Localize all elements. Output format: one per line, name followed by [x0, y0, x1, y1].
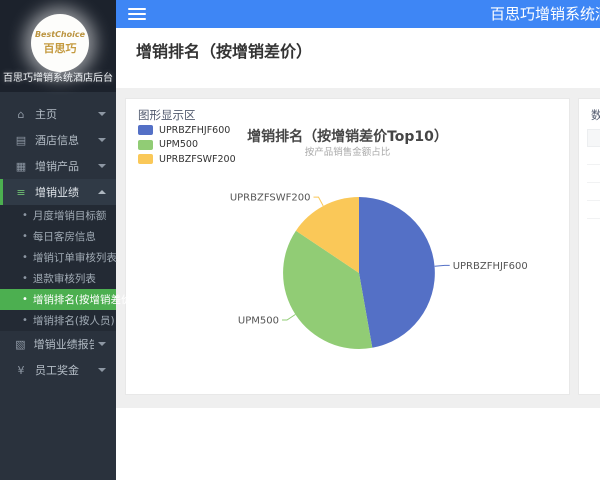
performance-icon: [13, 186, 29, 199]
bullet-icon: •: [22, 210, 28, 221]
submenu-item-label: 增销排名(按增销差价): [32, 294, 136, 306]
product-icon: [13, 160, 29, 173]
submenu-item-ranking-by-price-diff[interactable]: • 增销排名(按增销差价): [0, 289, 136, 310]
logo-block: BestChoice 百思巧 百思巧增销系统酒店后台: [0, 0, 116, 92]
bullet-icon: •: [22, 252, 28, 263]
pie-label-line: [434, 264, 450, 267]
data-panel: 数据显示区: [578, 98, 600, 395]
pie-label: UPRBZFHJF600: [453, 261, 528, 272]
sidebar-item-label: 员工奖金: [35, 364, 79, 377]
data-table-header: [587, 129, 600, 147]
sidebar: BestChoice 百思巧 百思巧增销系统酒店后台 主页 酒店信息 增销产品: [0, 0, 136, 480]
app-window: BestChoice 百思巧 百思巧增销系统酒店后台 主页 酒店信息 增销产品: [0, 0, 600, 480]
data-table-row: [587, 165, 600, 183]
submenu-item-monthly-target[interactable]: • 月度增销目标额: [0, 205, 116, 226]
pie-label-line: [313, 196, 324, 207]
sidebar-item-label: 主页: [35, 108, 57, 121]
sidebar-item-label: 酒店信息: [35, 134, 79, 147]
logo-text-cn: 百思巧: [43, 42, 77, 55]
data-table-row: [587, 147, 600, 165]
data-table-row: [587, 201, 600, 219]
submenu-item-daily-room-info[interactable]: • 每日客房信息: [0, 226, 116, 247]
bonus-icon: [13, 364, 29, 377]
sidebar-item-label: 增销产品: [35, 160, 79, 173]
submenu-item-ranking-by-staff[interactable]: • 增销排名(按人员): [0, 310, 116, 331]
submenu-item-label: 增销排名(按人员): [32, 315, 115, 327]
chevron-down-icon: [98, 138, 106, 142]
hotel-icon: [13, 134, 29, 147]
app-title: 百思巧增销系统酒店后台: [490, 5, 600, 23]
sidebar-item-home[interactable]: 主页: [0, 101, 116, 127]
sidebar-item-label: 增销业绩: [35, 186, 79, 199]
pie-label: UPM500: [238, 316, 279, 327]
pie-label-line: [282, 314, 296, 321]
sidebar-item-upsell-performance[interactable]: 增销业绩: [0, 179, 116, 205]
sidebar-menu: 主页 酒店信息 增销产品 增销业绩 • 月度增销目标额: [0, 92, 136, 383]
bullet-icon: •: [22, 315, 28, 326]
sidebar-item-performance-report[interactable]: 增销业绩报告: [0, 331, 116, 357]
submenu-item-order-review-list[interactable]: • 增销订单审核列表: [0, 247, 117, 268]
page-title: 增销排名（按增销差价）: [136, 42, 313, 61]
pie-slice-UPRBZFHJF600[interactable]: [359, 197, 435, 348]
chevron-down-icon: [98, 112, 106, 116]
submenu-item-label: 增销订单审核列表: [32, 252, 117, 264]
hamburger-icon[interactable]: [128, 8, 146, 20]
sidebar-brand-title: 百思巧增销系统酒店后台: [3, 73, 113, 84]
sidebar-submenu: • 月度增销目标额 • 每日客房信息 • 增销订单审核列表 • 退款审核列表 •: [0, 205, 136, 331]
report-icon: [13, 338, 28, 351]
chevron-down-icon: [98, 368, 106, 372]
sidebar-item-staff-bonus[interactable]: 员工奖金: [0, 357, 116, 383]
submenu-item-refund-review-list[interactable]: • 退款审核列表: [0, 268, 116, 289]
chevron-down-icon: [98, 164, 106, 168]
chevron-up-icon: [98, 190, 106, 194]
sidebar-item-hotel-info[interactable]: 酒店信息: [0, 127, 116, 153]
sidebar-item-label: 增销业绩报告: [33, 338, 94, 351]
home-icon: [13, 108, 29, 121]
submenu-item-label: 每日客房信息: [32, 231, 96, 243]
bullet-icon: •: [22, 273, 28, 284]
submenu-item-label: 月度增销目标额: [32, 210, 107, 222]
top-header-bar: 百思巧增销系统酒店后台: [116, 0, 600, 28]
sidebar-item-upsell-products[interactable]: 增销产品: [0, 153, 116, 179]
pie-chart: UPRBZFHJF600 UPM500 UPRBZFSWF200: [230, 193, 528, 349]
data-table-row: [587, 183, 600, 201]
bullet-icon: •: [22, 294, 28, 305]
submenu-item-label: 退款审核列表: [32, 273, 96, 285]
logo-text-en: BestChoice: [34, 30, 86, 39]
data-panel-title: 数据显示区: [591, 107, 600, 123]
chart-panel: 图形显示区 UPRBZFHJF600 UPM500 UPRBZFSWF200 增…: [125, 98, 570, 395]
page-head: 增销排名（按增销差价） 综合检索： 饼状图 搜索: [116, 28, 600, 108]
bullet-icon: •: [22, 231, 28, 242]
chevron-down-icon: [98, 342, 106, 346]
main-content: 图形显示区 UPRBZFHJF600 UPM500 UPRBZFSWF200 增…: [116, 88, 600, 408]
pie-label: UPRBZFSWF200: [230, 193, 311, 204]
brand-logo: BestChoice 百思巧: [31, 14, 89, 72]
